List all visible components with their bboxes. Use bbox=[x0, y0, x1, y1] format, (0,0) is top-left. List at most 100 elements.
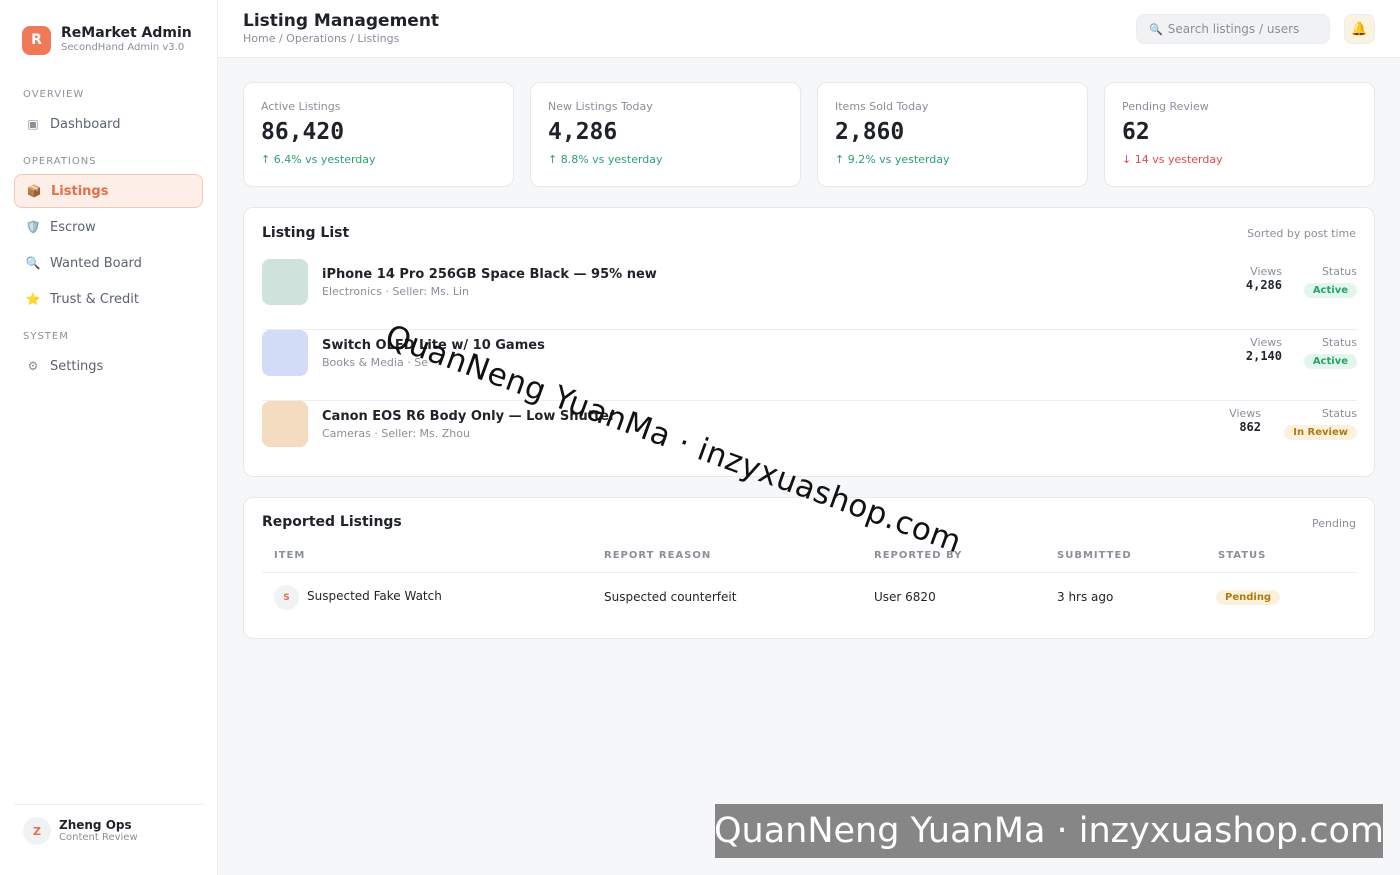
views-count: 4,286 bbox=[1245, 278, 1282, 292]
search-input[interactable]: 🔍 Search listings / users bbox=[1136, 14, 1330, 44]
section-operations: OPERATIONS bbox=[23, 156, 97, 167]
sidebar-item-dashboard[interactable]: ▣ Dashboard bbox=[14, 107, 203, 141]
views-label: Views bbox=[1250, 265, 1282, 278]
views-label: Views bbox=[1250, 336, 1282, 349]
sort-label[interactable]: Sorted by post time bbox=[1247, 227, 1356, 240]
bell-icon: 🔔 bbox=[1351, 21, 1368, 37]
sidebar-item-label: Settings bbox=[50, 358, 104, 374]
sidebar-item-label: Escrow bbox=[50, 219, 96, 235]
listing-row[interactable]: iPhone 14 Pro 256GB Space Black — 95% ne… bbox=[262, 259, 1357, 330]
star-icon: ⭐ bbox=[25, 292, 41, 306]
notification-button[interactable]: 🔔 bbox=[1344, 14, 1375, 44]
avatar: Z bbox=[23, 817, 51, 845]
section-overview: OVERVIEW bbox=[23, 89, 85, 100]
card-title: Reported Listings bbox=[262, 514, 402, 530]
stat-card-active-listings: Active Listings 86,420 ↑ 6.4% vs yesterd… bbox=[243, 82, 514, 187]
listing-row[interactable]: Switch OLED Lite w/ 10 Games Books & Med… bbox=[262, 330, 1357, 401]
stat-delta: ↓ 14 vs yesterday bbox=[1122, 153, 1223, 166]
listing-title[interactable]: Switch OLED Lite w/ 10 Games bbox=[322, 338, 545, 353]
status-label: Status bbox=[1321, 407, 1357, 420]
status-cell: Pending bbox=[1216, 588, 1281, 605]
views-label: Views bbox=[1229, 407, 1261, 420]
sidebar-item-label: Wanted Board bbox=[50, 255, 142, 271]
table-header: ITEM REPORT REASON REPORTED BY SUBMITTED… bbox=[262, 542, 1357, 573]
listing-status: Status Active bbox=[1303, 265, 1357, 298]
reported-by: User 6820 bbox=[874, 590, 936, 604]
column-header-status: STATUS bbox=[1218, 550, 1267, 561]
stat-card-items-sold: Items Sold Today 2,860 ↑ 9.2% vs yesterd… bbox=[817, 82, 1088, 187]
table-row[interactable]: S Suspected Fake Watch Suspected counter… bbox=[262, 573, 1357, 623]
filter-label[interactable]: Pending bbox=[1312, 517, 1356, 530]
watermark-banner: QuanNeng YuanMa · inzyxuashop.com bbox=[713, 804, 1385, 858]
sidebar-item-label: Listings bbox=[51, 183, 109, 199]
search-icon: 🔍 bbox=[1149, 22, 1163, 36]
stat-card-pending-review: Pending Review 62 ↓ 14 vs yesterday bbox=[1104, 82, 1375, 187]
stat-label: Pending Review bbox=[1122, 100, 1209, 113]
stat-value: 2,860 bbox=[835, 119, 905, 145]
sidebar-item-settings[interactable]: ⚙ Settings bbox=[14, 349, 203, 383]
watermark-banner-text: QuanNeng YuanMa · inzyxuashop.com bbox=[713, 811, 1385, 851]
item-avatar: S bbox=[274, 585, 299, 610]
reported-table: ITEM REPORT REASON REPORTED BY SUBMITTED… bbox=[262, 542, 1357, 623]
listing-title[interactable]: iPhone 14 Pro 256GB Space Black — 95% ne… bbox=[322, 267, 657, 282]
user-profile[interactable]: Z Zheng Ops Content Review bbox=[14, 804, 203, 845]
listing-views: Views 4,286 bbox=[1246, 265, 1282, 292]
reported-item[interactable]: Suspected Fake Watch bbox=[307, 589, 442, 603]
page-title: Listing Management bbox=[243, 11, 440, 31]
brand-name: ReMarket Admin bbox=[61, 25, 192, 41]
listing-thumbnail bbox=[262, 401, 308, 447]
listing-views: Views 862 bbox=[1229, 407, 1261, 434]
column-header-reason: REPORT REASON bbox=[604, 550, 712, 561]
stat-value: 4,286 bbox=[548, 119, 618, 145]
report-reason: Suspected counterfeit bbox=[604, 590, 737, 604]
sidebar-item-listings[interactable]: 📦 Listings bbox=[14, 174, 203, 208]
listing-thumbnail bbox=[262, 330, 308, 376]
stat-value: 62 bbox=[1122, 119, 1150, 145]
stat-card-new-listings: New Listings Today 4,286 ↑ 8.8% vs yeste… bbox=[530, 82, 801, 187]
listing-status: Status Active bbox=[1303, 336, 1357, 369]
stat-delta: ↑ 9.2% vs yesterday bbox=[835, 153, 950, 166]
column-header-item: ITEM bbox=[274, 550, 306, 561]
breadcrumb[interactable]: Home / Operations / Listings bbox=[243, 32, 399, 45]
user-role: Content Review bbox=[59, 832, 138, 843]
status-label: Status bbox=[1321, 336, 1357, 349]
views-count: 2,140 bbox=[1245, 349, 1282, 363]
column-header-reported-by: REPORTED BY bbox=[874, 550, 963, 561]
status-badge: In Review bbox=[1284, 425, 1357, 440]
listing-row[interactable]: Canon EOS R6 Body Only — Low Shutter Cam… bbox=[262, 401, 1357, 472]
column-header-submitted: SUBMITTED bbox=[1057, 550, 1132, 561]
package-icon: 📦 bbox=[26, 184, 42, 198]
card-title: Listing List bbox=[262, 225, 350, 241]
search-placeholder: Search listings / users bbox=[1167, 22, 1300, 36]
sidebar-item-trust-credit[interactable]: ⭐ Trust & Credit bbox=[14, 282, 203, 316]
listing-title[interactable]: Canon EOS R6 Body Only — Low Shutter bbox=[322, 409, 615, 424]
sidebar-item-label: Dashboard bbox=[50, 116, 121, 132]
listing-meta: Electronics · Seller: Ms. Lin bbox=[322, 285, 469, 298]
section-system: SYSTEM bbox=[23, 331, 69, 342]
stat-value: 86,420 bbox=[261, 119, 345, 145]
brand[interactable]: R ReMarket Admin SecondHand Admin v3.0 bbox=[22, 25, 192, 55]
status-badge: Pending bbox=[1216, 590, 1281, 605]
reported-listings-card: Reported Listings Pending ITEM REPORT RE… bbox=[243, 497, 1375, 639]
gear-icon: ⚙ bbox=[27, 359, 39, 373]
sidebar-item-label: Trust & Credit bbox=[50, 291, 139, 307]
shield-icon: 🛡️ bbox=[25, 220, 41, 234]
listing-thumbnail bbox=[262, 259, 308, 305]
listing-meta: Books & Media · Se bbox=[322, 356, 428, 369]
brand-subtitle: SecondHand Admin v3.0 bbox=[61, 42, 185, 53]
stat-label: Items Sold Today bbox=[835, 100, 929, 113]
user-name: Zheng Ops bbox=[59, 818, 132, 832]
listing-list-card: Listing List Sorted by post time iPhone … bbox=[243, 207, 1375, 477]
sidebar-item-escrow[interactable]: 🛡️ Escrow bbox=[14, 210, 203, 244]
listing-status: Status In Review bbox=[1284, 407, 1357, 440]
views-count: 862 bbox=[1239, 420, 1261, 434]
search-icon: 🔍 bbox=[25, 256, 41, 270]
sidebar-item-wanted-board[interactable]: 🔍 Wanted Board bbox=[14, 246, 203, 280]
status-badge: Active bbox=[1303, 354, 1357, 369]
stat-label: Active Listings bbox=[261, 100, 341, 113]
dashboard-icon: ▣ bbox=[27, 117, 39, 131]
status-badge: Active bbox=[1303, 283, 1357, 298]
stat-delta: ↑ 8.8% vs yesterday bbox=[548, 153, 663, 166]
stat-label: New Listings Today bbox=[548, 100, 653, 113]
top-header: Listing Management Home / Operations / L… bbox=[218, 0, 1400, 58]
